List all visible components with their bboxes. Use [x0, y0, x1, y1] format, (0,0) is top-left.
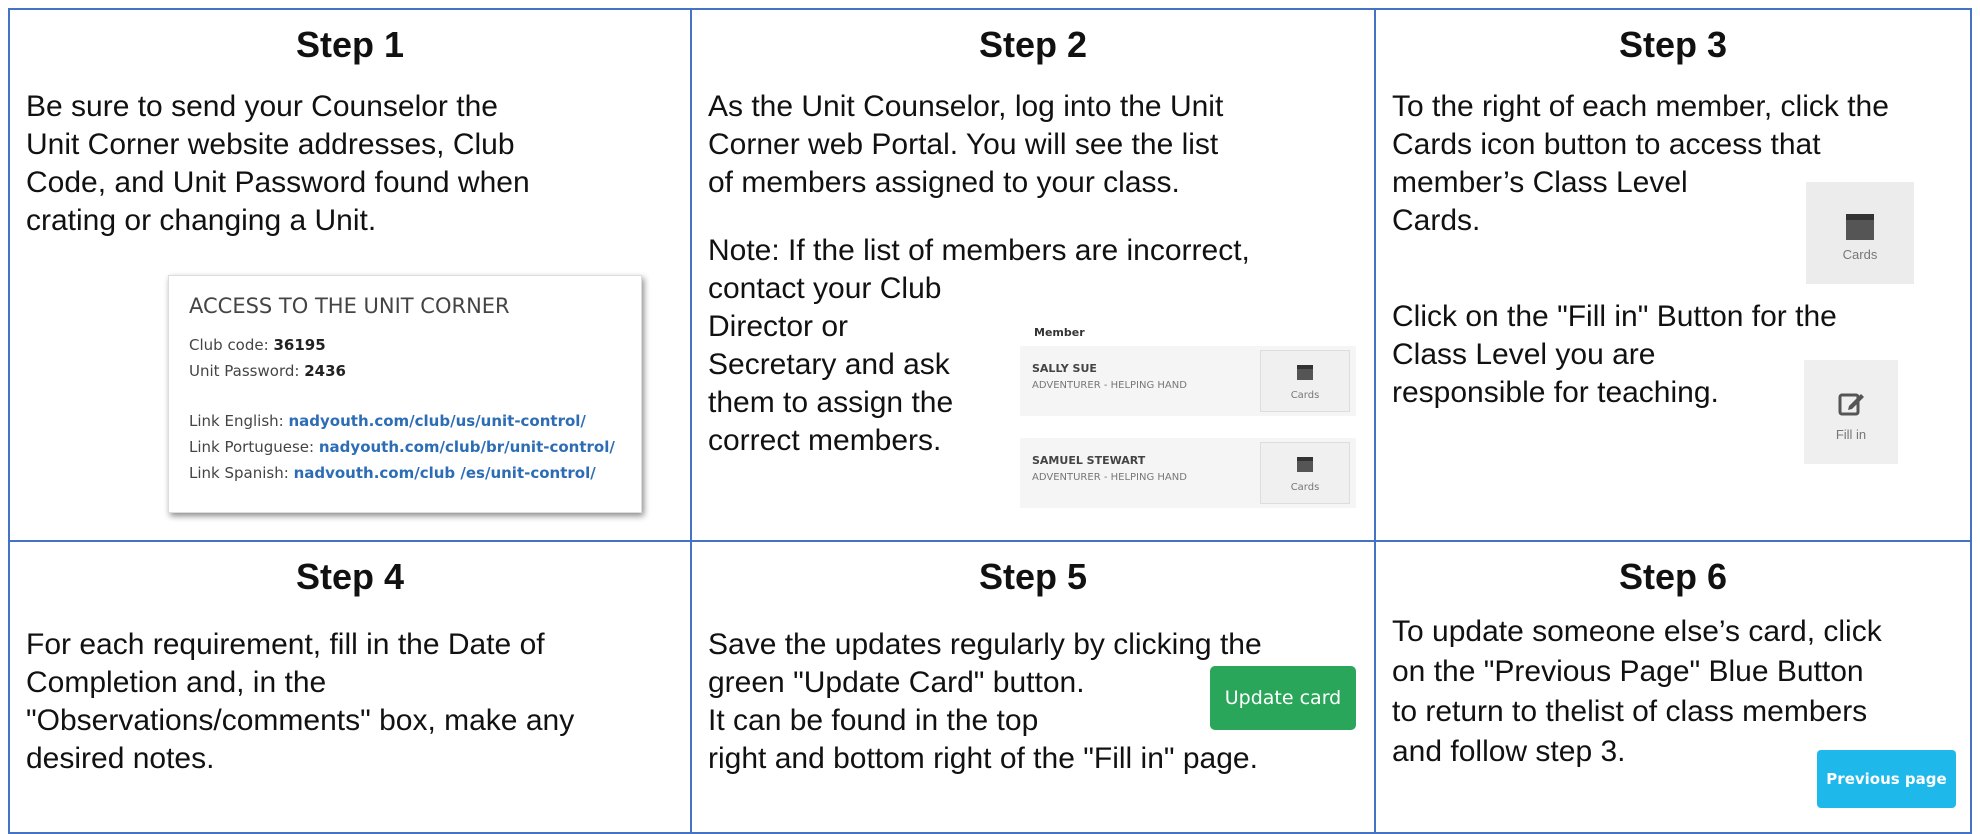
text-line: crating or changing a Unit.	[26, 204, 377, 237]
password-label: Unit Password:	[189, 362, 300, 380]
text-line: of members assigned to your class.	[708, 166, 1180, 199]
password-row: Unit Password: 2436	[189, 362, 346, 380]
step-1-text: Be sure to send your Counselor the Unit …	[26, 88, 530, 240]
text-line: Click on the "Fill in" Button for the	[1392, 300, 1837, 333]
text-line: Unit Corner website addresses, Club	[26, 128, 515, 161]
step-4-cell: Step 4 For each requirement, fill in the…	[8, 540, 692, 834]
text-line: To update someone else’s card, click	[1392, 615, 1882, 648]
member-name: SALLY SUE	[1032, 362, 1097, 375]
club-code-value: 36195	[273, 336, 326, 354]
text-line: Be sure to send your Counselor the	[26, 90, 498, 123]
link-portuguese[interactable]: nadyouth.com/club/br/unit-control/	[319, 438, 615, 456]
text-line: Cards icon button to access that	[1392, 128, 1821, 161]
text-line: As the Unit Counselor, log into the Unit	[708, 90, 1224, 123]
cards-icon	[1297, 457, 1313, 472]
steps-grid: Step 1 Be sure to send your Counselor th…	[8, 8, 1972, 834]
text-line: "Observations/comments" box, make any	[26, 704, 575, 737]
step-5-text: Save the updates regularly by clicking t…	[708, 626, 1262, 778]
step-1-cell: Step 1 Be sure to send your Counselor th…	[8, 8, 692, 542]
member-name: SAMUEL STEWART	[1032, 454, 1146, 467]
step-6-text: To update someone else’s card, click on …	[1392, 612, 1882, 772]
member-class: ADVENTURER - HELPING HAND	[1032, 472, 1187, 483]
step-5-cell: Step 5 Save the updates regularly by cli…	[690, 540, 1376, 834]
cards-icon	[1846, 214, 1874, 240]
step-4-text: For each requirement, fill in the Date o…	[26, 626, 574, 778]
step-3-text-2: Click on the "Fill in" Button for the Cl…	[1392, 298, 1837, 412]
step-2-text: As the Unit Counselor, log into the Unit…	[708, 88, 1223, 202]
cards-button-large[interactable]: Cards	[1806, 182, 1914, 284]
step-5-title: Step 5	[978, 556, 1088, 597]
cards-button-label: Cards	[1290, 390, 1320, 401]
member-list-header: Member	[1034, 326, 1085, 339]
member-row: SALLY SUE ADVENTURER - HELPING HAND Card…	[1020, 346, 1356, 416]
link-english-row: Link English: nadyouth.com/club/us/unit-…	[189, 412, 586, 430]
step-6-title: Step 6	[1618, 556, 1728, 597]
access-box-image: ACCESS TO THE UNIT CORNER Club code: 361…	[168, 275, 642, 513]
update-card-button[interactable]: Update card	[1210, 666, 1356, 730]
member-row: SAMUEL STEWART ADVENTURER - HELPING HAND…	[1020, 438, 1356, 508]
step-1-title: Step 1	[295, 24, 405, 65]
link-label: Link Spanish:	[189, 464, 289, 482]
cards-button[interactable]: Cards	[1260, 350, 1350, 412]
text-line: Corner web Portal. You will see the list	[708, 128, 1219, 161]
cards-button[interactable]: Cards	[1260, 442, 1350, 504]
club-code-row: Club code: 36195	[189, 336, 326, 354]
password-value: 2436	[304, 362, 346, 380]
cards-icon	[1297, 365, 1313, 380]
fill-in-button[interactable]: Fill in	[1804, 360, 1898, 464]
previous-page-button[interactable]: Previous page	[1817, 750, 1956, 808]
step-2-title: Step 2	[978, 24, 1088, 65]
text-line: desired notes.	[26, 742, 215, 775]
text-line: Completion and, in the	[26, 666, 327, 699]
text-line: right and bottom right of the "Fill in" …	[708, 742, 1258, 775]
link-label: Link Portuguese:	[189, 438, 315, 456]
text-line: Code, and Unit Password found when	[26, 166, 530, 199]
text-line: Class Level you are	[1392, 338, 1656, 371]
access-heading: ACCESS TO THE UNIT CORNER	[189, 294, 510, 318]
text-line: Save the updates regularly by clicking t…	[708, 628, 1262, 661]
text-line: To the right of each member, click the	[1392, 90, 1889, 123]
step-2-cell: Step 2 As the Unit Counselor, log into t…	[690, 8, 1376, 542]
link-portuguese-row: Link Portuguese: nadyouth.com/club/br/un…	[189, 438, 615, 456]
text-line: and follow step 3.	[1392, 735, 1626, 768]
text-line: on the "Previous Page" Blue Button	[1392, 655, 1864, 688]
link-label: Link English:	[189, 412, 284, 430]
text-line: For each requirement, fill in the Date o…	[26, 628, 545, 661]
cards-button-label: Cards	[1842, 247, 1878, 262]
link-spanish-row: Link Spanish: nadvouth.com/club /es/unit…	[189, 464, 596, 482]
text-line: Note: If the list of members are incorre…	[708, 234, 1250, 267]
text-line: It can be found in the top	[708, 704, 1039, 737]
step-4-title: Step 4	[295, 556, 405, 597]
text-line: contact your Club	[708, 272, 942, 305]
step-3-title: Step 3	[1618, 24, 1728, 65]
step-6-cell: Step 6 To update someone else’s card, cl…	[1374, 540, 1972, 834]
cards-button-label: Cards	[1290, 482, 1320, 493]
text-line: green "Update Card" button.	[708, 666, 1085, 699]
link-spanish[interactable]: nadvouth.com/club /es/unit-control/	[294, 464, 596, 482]
member-class: ADVENTURER - HELPING HAND	[1032, 380, 1187, 391]
step-3-cell: Step 3 To the right of each member, clic…	[1374, 8, 1972, 542]
fill-in-label: Fill in	[1835, 427, 1867, 442]
club-code-label: Club code:	[189, 336, 269, 354]
link-english[interactable]: nadyouth.com/club/us/unit-control/	[288, 412, 585, 430]
text-line: responsible for teaching.	[1392, 376, 1719, 409]
edit-icon	[1838, 393, 1864, 416]
text-line: to return to thelist of class members	[1392, 695, 1868, 728]
member-list-image: Member SALLY SUE ADVENTURER - HELPING HA…	[1020, 320, 1356, 526]
